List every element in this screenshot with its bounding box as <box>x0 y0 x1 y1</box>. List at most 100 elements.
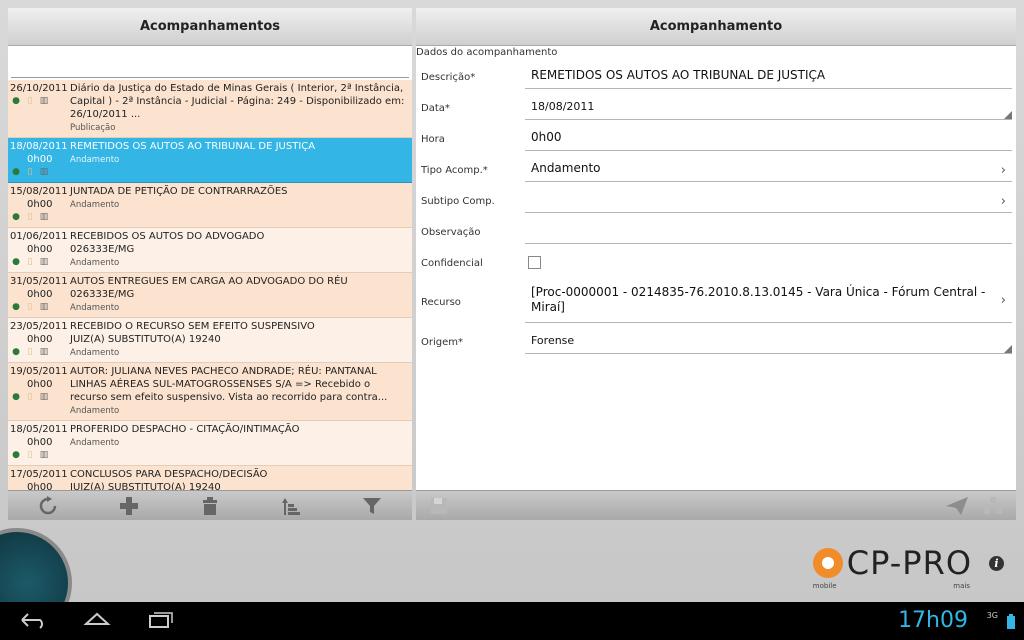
list-item[interactable]: 31/05/2011 0h00 ● ▯ ▥ AUTOS ENTREGUES EM CARG… <box>8 273 412 318</box>
list-header: Acompanhamentos <box>8 8 412 46</box>
list-item-type: Andamento <box>70 200 120 210</box>
list-item-icons: ● ▯ ▥ <box>10 302 68 313</box>
document-icon: ▯ <box>27 450 33 460</box>
list-item-date: 18/05/2011 <box>10 424 68 435</box>
detail-toolbar <box>416 490 1016 520</box>
list-item-body: RECEBIDOS OS AUTOS DO ADVOGADO 026333E/M… <box>70 230 410 270</box>
list-item-body: AUTOS ENTREGUES EM CARGA AO ADVOGADO DO … <box>70 275 410 315</box>
list-item-time: 0h00 <box>27 154 53 165</box>
system-navigation-bar: 17h09 3G <box>0 602 1024 640</box>
detail-header: Acompanhamento <box>416 8 1016 46</box>
acompanhamentos-panel: Acompanhamentos 26/10/2011 ● ▯ ▥ Diário da J… <box>8 8 412 520</box>
list-item-text: RECEBIDO O RECURSO SEM EFEITO SUSPENSIVO… <box>70 321 315 345</box>
chevron-right-icon: › <box>1000 194 1006 209</box>
list-item-type: Andamento <box>70 155 120 165</box>
list-item-body: CONCLUSOS PARA DESPACHO/DECISÃO JUIZ(A) … <box>70 468 410 490</box>
list-item[interactable]: 18/05/2011 0h00 ● ▯ ▥ PROFERIDO DESPACHO - CI… <box>8 421 412 466</box>
list-item-type: Andamento <box>70 438 120 448</box>
list-item-type: Andamento <box>70 406 120 416</box>
list-item[interactable]: 23/05/2011 0h00 ● ▯ ▥ RECEBIDO O RECURSO SEM … <box>8 318 412 363</box>
list-item[interactable]: 26/10/2011 ● ▯ ▥ Diário da Justiça do Estado… <box>8 80 412 138</box>
section-title: Dados do acompanhamento <box>416 47 558 58</box>
recent-apps-icon <box>149 612 173 628</box>
hora-row: Hora 0h00 <box>416 124 1016 155</box>
court-icon: ▥ <box>39 257 49 267</box>
list-item-time: 0h00 <box>27 437 53 448</box>
list-item-text: AUTOS ENTREGUES EM CARGA AO ADVOGADO DO … <box>70 276 348 300</box>
home-button[interactable] <box>80 610 114 632</box>
globe-icon: ● <box>12 257 20 267</box>
confidencial-checkbox[interactable] <box>528 256 541 269</box>
cp-pro-logo: CP-PRO mobile mais <box>812 544 972 590</box>
list-item-body: RECEBIDO O RECURSO SEM EFEITO SUSPENSIVO… <box>70 320 410 360</box>
list-item[interactable]: 18/08/2011 0h00 ● ▯ ▥ REMETIDOS OS AUTOS AO T… <box>8 138 412 183</box>
back-button[interactable] <box>16 610 50 632</box>
filter-button[interactable] <box>357 492 387 520</box>
dropdown-corner-icon <box>1004 111 1012 119</box>
clock: 17h09 <box>898 608 968 633</box>
confidencial-row: Confidencial <box>416 248 1016 279</box>
refresh-icon <box>40 495 57 514</box>
sort-icon <box>281 497 300 515</box>
list-item-meta: 18/08/2011 0h00 ● ▯ ▥ <box>10 140 68 178</box>
list-item[interactable]: 15/08/2011 0h00 ● ▯ ▥ JUNTADA DE PETIÇÃO DE C… <box>8 183 412 228</box>
search-input[interactable] <box>11 50 409 78</box>
observacao-field[interactable] <box>525 221 1012 244</box>
recurso-row: Recurso [Proc-0000001 - 0214835-76.2010.… <box>416 279 1016 327</box>
list-item-date: 31/05/2011 <box>10 276 68 287</box>
battery-icon <box>1007 614 1015 629</box>
back-icon <box>21 613 43 629</box>
list-item-text: REMETIDOS OS AUTOS AO TRIBUNAL DE JUSTIÇ… <box>70 141 316 152</box>
list-item-meta: 17/05/20110h00●▯▥ <box>10 468 68 490</box>
list-item-meta: 15/08/2011 0h00 ● ▯ ▥ <box>10 185 68 223</box>
list-item-body: JUNTADA DE PETIÇÃO DE CONTRARRAZÕES Andam… <box>70 185 410 212</box>
sort-button[interactable] <box>276 492 306 520</box>
search-wrap <box>8 46 412 80</box>
hora-field[interactable]: 0h00 <box>525 128 1012 151</box>
subtipo-row: Subtipo Comp. › <box>416 186 1016 217</box>
document-icon: ▯ <box>27 167 33 177</box>
document-icon: ▯ <box>27 212 33 222</box>
home-icon <box>83 612 111 625</box>
list-item-time: 0h00 <box>27 482 53 490</box>
list-item[interactable]: 17/05/20110h00●▯▥CONCLUSOS PARA DESPACHO… <box>8 466 412 490</box>
list-item-body: PROFERIDO DESPACHO - CITAÇÃO/INTIMAÇÃO An… <box>70 423 410 450</box>
list-item-meta: 19/05/2011 0h00 ● ▯ ▥ <box>10 365 68 403</box>
document-icon: ▯ <box>27 302 33 312</box>
descricao-field[interactable]: REMETIDOS OS AUTOS AO TRIBUNAL DE JUSTIÇ… <box>525 66 1012 89</box>
confidencial-label: Confidencial <box>421 258 483 269</box>
list-item-date: 01/06/2011 <box>10 231 68 242</box>
globe-icon: ● <box>12 450 20 460</box>
delete-button[interactable] <box>195 492 225 520</box>
recurso-field[interactable]: [Proc-0000001 - 0214835-76.2010.8.13.014… <box>525 283 1012 323</box>
list-item-time: 0h00 <box>27 379 53 390</box>
tipo-field[interactable]: Andamento › <box>525 159 1012 182</box>
data-field[interactable]: 18/08/2011 <box>525 97 1012 120</box>
add-button[interactable] <box>114 492 144 520</box>
list-item-icons: ● ▯ ▥ <box>10 347 68 358</box>
send-button[interactable] <box>942 492 972 520</box>
send-icon <box>946 496 968 515</box>
list-item-date: 23/05/2011 <box>10 321 68 332</box>
list-item-text: AUTOR: JULIANA NEVES PACHECO ANDRADE; RÉ… <box>70 366 388 403</box>
signal-indicator: 3G <box>986 611 998 620</box>
recurso-label: Recurso <box>421 297 461 308</box>
origem-field[interactable]: Forense <box>525 331 1012 354</box>
save-button[interactable] <box>424 492 454 520</box>
subtipo-field[interactable]: › <box>525 190 1012 213</box>
document-icon: ▯ <box>27 96 33 106</box>
refresh-button[interactable] <box>33 492 63 520</box>
share-button[interactable] <box>978 492 1008 520</box>
globe-icon: ● <box>12 347 20 357</box>
list-item-type: Andamento <box>70 303 120 313</box>
recent-apps-button[interactable] <box>144 610 178 632</box>
globe-icon: ● <box>12 167 20 177</box>
list-item[interactable]: 19/05/2011 0h00 ● ▯ ▥ AUTOR: JULIANA NEVES PA… <box>8 363 412 421</box>
list-item[interactable]: 01/06/2011 0h00 ● ▯ ▥ RECEBIDOS OS AUTOS DO A… <box>8 228 412 273</box>
subtipo-label: Subtipo Comp. <box>421 196 495 207</box>
list-item-time: 0h00 <box>27 199 53 210</box>
trash-icon <box>202 496 217 515</box>
info-icon[interactable]: i <box>989 556 1004 571</box>
list-item-icons: ● ▯ ▥ <box>10 450 68 461</box>
cp-pro-logo-mark <box>812 548 843 578</box>
